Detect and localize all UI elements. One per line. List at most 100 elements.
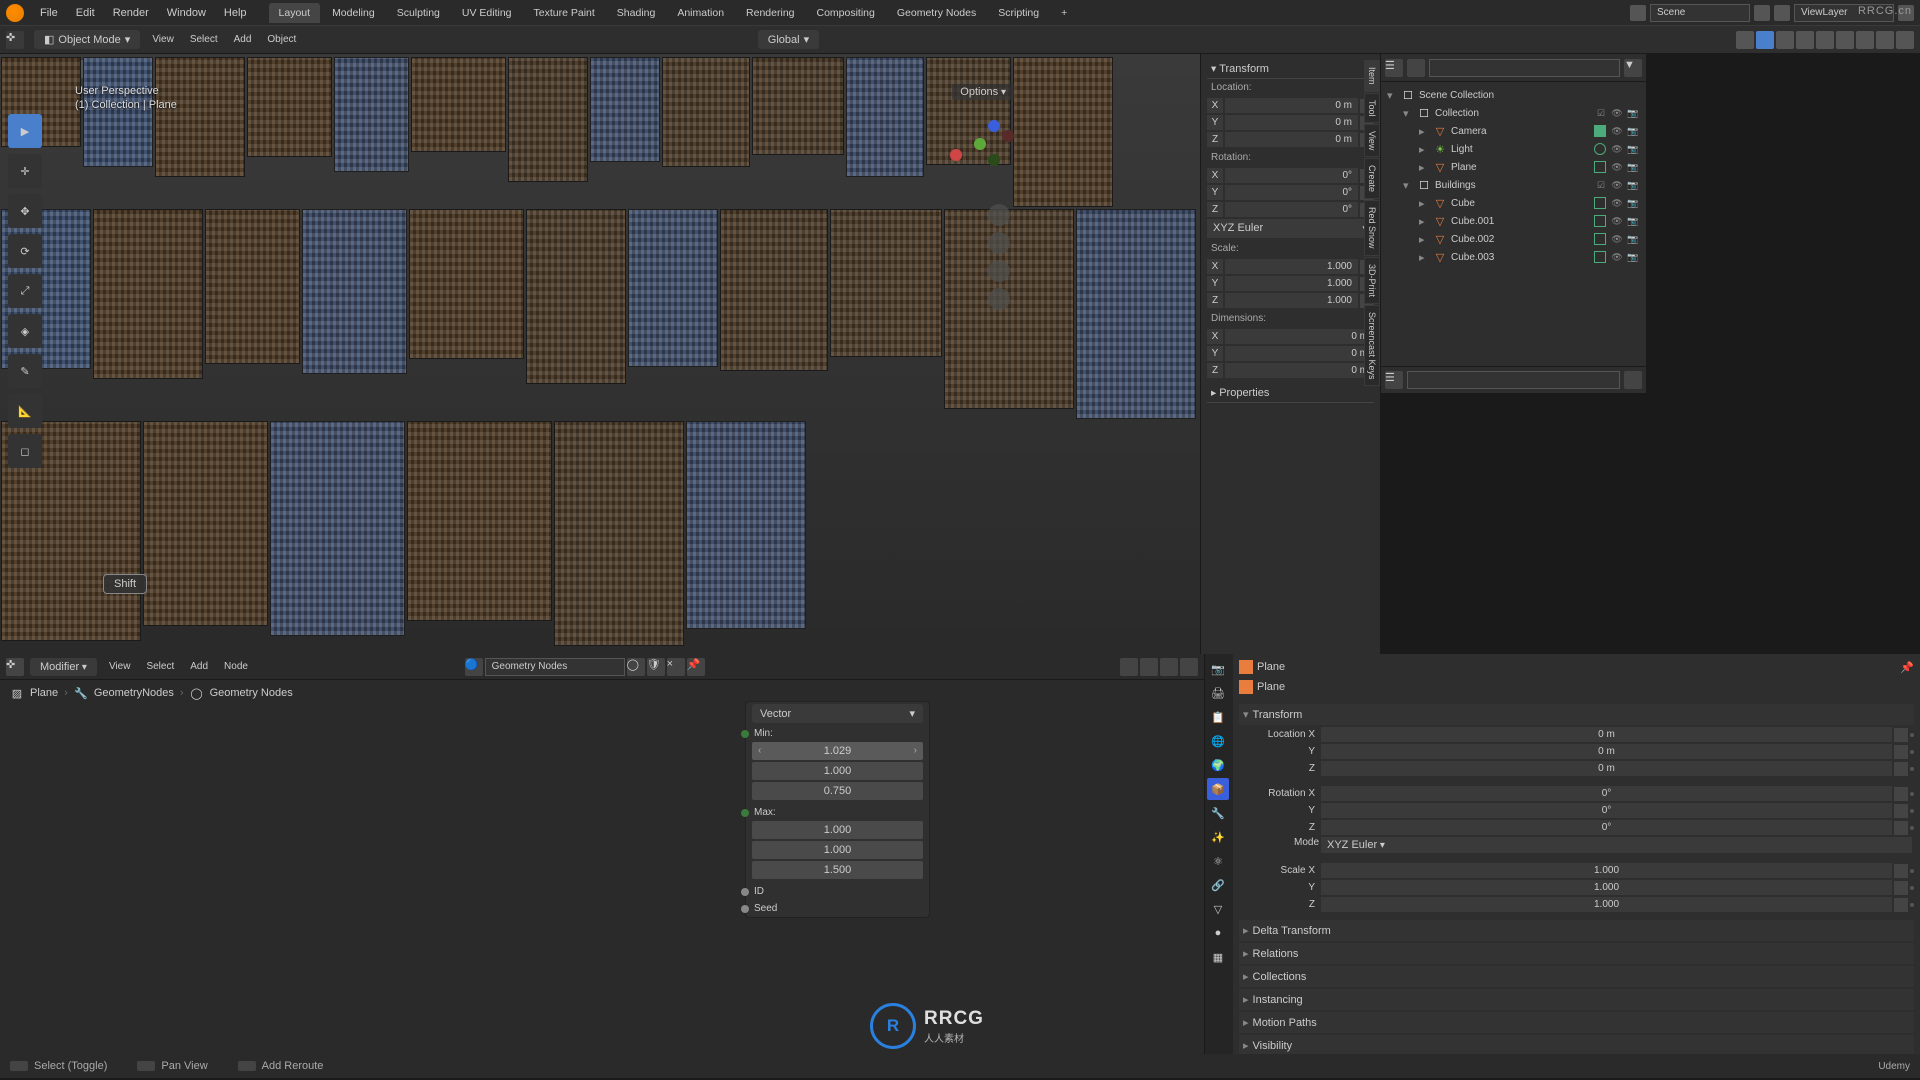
min-x-field[interactable]: ‹1.029› bbox=[752, 742, 923, 760]
ptab-particle[interactable]: ✨ bbox=[1207, 826, 1229, 848]
node-menu-select[interactable]: Select bbox=[140, 658, 180, 675]
scene-input[interactable] bbox=[1650, 4, 1750, 22]
lock-icon[interactable] bbox=[1894, 804, 1908, 818]
shading-preview-icon[interactable] bbox=[1876, 31, 1894, 49]
modifier-dropdown[interactable]: Modifier ▾ bbox=[30, 658, 97, 676]
outliner-item[interactable]: ▸▽ Cube.001 👁📷 bbox=[1385, 212, 1642, 230]
overlay-icon[interactable] bbox=[1776, 31, 1794, 49]
tab-sculpting[interactable]: Sculpting bbox=[387, 3, 450, 23]
socket-icon[interactable] bbox=[741, 730, 749, 738]
ploc-y-field[interactable]: 0 m bbox=[1321, 744, 1892, 759]
persp-icon[interactable] bbox=[988, 288, 1010, 310]
lock-icon[interactable] bbox=[1894, 728, 1908, 742]
panel-delta[interactable]: ▸Delta Transform bbox=[1239, 920, 1914, 941]
lock-icon[interactable] bbox=[1894, 898, 1908, 912]
pin-icon[interactable]: 📌 bbox=[687, 658, 705, 676]
node-menu-add[interactable]: Add bbox=[184, 658, 214, 675]
tab-scripting[interactable]: Scripting bbox=[988, 3, 1049, 23]
prot-x-field[interactable]: 0° bbox=[1321, 786, 1892, 801]
vis-gizmo-icon[interactable] bbox=[1736, 31, 1754, 49]
rotation-mode-select[interactable]: XYZ Euler▾ bbox=[1207, 219, 1374, 238]
npanel-tab-tool[interactable]: Tool bbox=[1364, 93, 1380, 124]
pin-icon[interactable]: 📌 bbox=[1900, 661, 1914, 674]
pscale-x-field[interactable]: 1.000 bbox=[1321, 863, 1892, 878]
viewlayer-icon[interactable] bbox=[1774, 5, 1790, 21]
ptab-viewlayer[interactable]: 📋 bbox=[1207, 706, 1229, 728]
filter-icon[interactable] bbox=[1407, 59, 1425, 77]
scene-new-icon[interactable] bbox=[1754, 5, 1770, 21]
min-y-field[interactable]: 1.000 bbox=[752, 762, 923, 780]
props-type-icon[interactable]: ☰ bbox=[1385, 371, 1403, 389]
panel-collections[interactable]: ▸Collections bbox=[1239, 966, 1914, 987]
shading-wire-icon[interactable] bbox=[1836, 31, 1854, 49]
menu-select[interactable]: Select bbox=[184, 31, 224, 48]
camera-icon[interactable] bbox=[988, 260, 1010, 282]
tab-compositing[interactable]: Compositing bbox=[807, 3, 885, 23]
tab-modeling[interactable]: Modeling bbox=[322, 3, 385, 23]
3d-viewport[interactable]: User Perspective (1) Collection | Plane … bbox=[0, 54, 1200, 654]
tool-move[interactable]: ✥ bbox=[8, 194, 42, 228]
shading-render-icon[interactable] bbox=[1896, 31, 1914, 49]
npanel-tab-view[interactable]: View bbox=[1364, 124, 1380, 157]
npanel-tab-screencast[interactable]: Screencast Keys bbox=[1364, 305, 1380, 387]
max-y-field[interactable]: 1.000 bbox=[752, 841, 923, 859]
tool-cursor[interactable]: ✛ bbox=[8, 154, 42, 188]
overlay2-icon[interactable] bbox=[1160, 658, 1178, 676]
menu-add[interactable]: Add bbox=[228, 31, 258, 48]
nodetree-icon[interactable]: 🔵 bbox=[465, 658, 483, 676]
unlink-icon[interactable]: × bbox=[667, 658, 685, 676]
node-menu-view[interactable]: View bbox=[103, 658, 137, 675]
data-name-breadcrumb[interactable]: Plane bbox=[1257, 681, 1285, 693]
snap-icon[interactable] bbox=[1140, 658, 1158, 676]
ptab-constraint[interactable]: 🔗 bbox=[1207, 874, 1229, 896]
tab-layout[interactable]: Layout bbox=[269, 3, 321, 23]
pscale-z-field[interactable]: 1.000 bbox=[1321, 897, 1892, 912]
tab-shading[interactable]: Shading bbox=[607, 3, 666, 23]
outliner-item[interactable]: ▸▽ Plane 👁📷 bbox=[1385, 158, 1642, 176]
fake-user-icon[interactable]: 🛡 bbox=[647, 658, 665, 676]
min-z-field[interactable]: 0.750 bbox=[752, 782, 923, 800]
random-value-node[interactable]: Vector▾ Min: ‹1.029› 1.000 0.750 Max: 1.… bbox=[745, 701, 930, 918]
outliner-search-input[interactable] bbox=[1429, 59, 1620, 77]
panel-relations[interactable]: ▸Relations bbox=[1239, 943, 1914, 964]
tab-geonodes[interactable]: Geometry Nodes bbox=[887, 3, 986, 23]
overlay3-icon[interactable] bbox=[1180, 658, 1198, 676]
menu-render[interactable]: Render bbox=[105, 4, 157, 22]
prot-z-field[interactable]: 0° bbox=[1321, 820, 1892, 835]
scale-z-field[interactable]: 1.000 bbox=[1225, 293, 1358, 308]
tab-animation[interactable]: Animation bbox=[667, 3, 734, 23]
tab-uv[interactable]: UV Editing bbox=[452, 3, 522, 23]
filter-funnel-icon[interactable]: ▼ bbox=[1624, 59, 1642, 77]
outliner-item[interactable]: ▾☐ Buildings ☑👁📷 bbox=[1385, 176, 1642, 194]
node-menu-node[interactable]: Node bbox=[218, 658, 254, 675]
prot-y-field[interactable]: 0° bbox=[1321, 803, 1892, 818]
lock-icon[interactable] bbox=[1894, 881, 1908, 895]
outliner-item[interactable]: ▸▽ Cube.003 👁📷 bbox=[1385, 248, 1642, 266]
npanel-tab-3dprint[interactable]: 3D-Print bbox=[1364, 257, 1380, 304]
outliner-item[interactable]: ▾☐ Collection ☑👁📷 bbox=[1385, 104, 1642, 122]
outliner-item[interactable]: ▸▽ Camera 👁📷 bbox=[1385, 122, 1642, 140]
menu-view[interactable]: View bbox=[146, 31, 180, 48]
tool-transform[interactable]: ◈ bbox=[8, 314, 42, 348]
scale-y-field[interactable]: 1.000 bbox=[1225, 276, 1358, 291]
socket-icon[interactable] bbox=[741, 809, 749, 817]
panel-visibility[interactable]: ▸Visibility bbox=[1239, 1035, 1914, 1054]
overlay-toggle-icon[interactable] bbox=[1796, 31, 1814, 49]
outliner-item[interactable]: ▸☀ Light 👁📷 bbox=[1385, 140, 1642, 158]
nodetree-name-input[interactable] bbox=[485, 658, 625, 676]
dim-x-field[interactable]: 0 m bbox=[1225, 329, 1374, 344]
editor-type-icon[interactable]: ✜ bbox=[6, 31, 24, 49]
axis-nx-icon[interactable] bbox=[1002, 130, 1014, 142]
max-z-field[interactable]: 1.500 bbox=[752, 861, 923, 879]
ptab-object[interactable]: 📦 bbox=[1207, 778, 1229, 800]
properties-panel-header[interactable]: ▸ Properties bbox=[1207, 384, 1374, 403]
navigation-gizmo[interactable] bbox=[950, 114, 1010, 174]
geometry-nodes-editor[interactable]: ✜ Modifier ▾ View Select Add Node 🔵 ◯ 🛡 … bbox=[0, 654, 1204, 1054]
outliner-item[interactable]: ▸▽ Cube 👁📷 bbox=[1385, 194, 1642, 212]
mode-dropdown[interactable]: ◧ Object Mode ▾ bbox=[34, 30, 140, 49]
orientation-dropdown[interactable]: Global ▾ bbox=[758, 30, 819, 49]
socket-icon[interactable] bbox=[741, 905, 749, 913]
users-icon[interactable]: ◯ bbox=[627, 658, 645, 676]
ploc-x-field[interactable]: 0 m bbox=[1321, 727, 1892, 742]
loc-y-field[interactable]: 0 m bbox=[1225, 115, 1358, 130]
